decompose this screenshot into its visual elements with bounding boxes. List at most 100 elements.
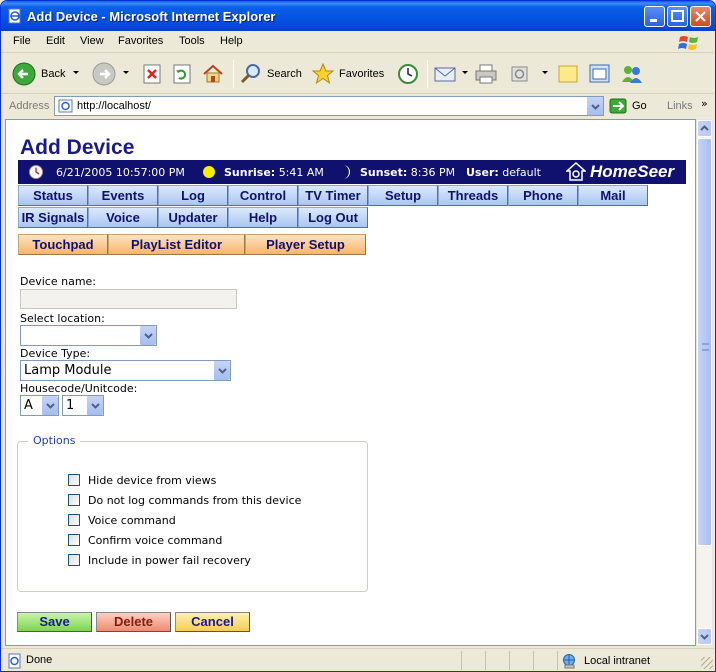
search-button[interactable]: Search: [239, 60, 302, 88]
messenger-button[interactable]: [619, 60, 645, 88]
nav-events[interactable]: Events: [88, 185, 158, 206]
mail-dropdown-icon[interactable]: [462, 71, 468, 74]
sunset-value: 8:36 PM: [410, 166, 456, 179]
unitcode-dropdown-button[interactable]: [86, 396, 103, 415]
nav-help[interactable]: Help: [228, 207, 298, 228]
edit-icon: [511, 66, 528, 82]
menu-tools[interactable]: Tools: [179, 35, 205, 47]
discuss-button[interactable]: [556, 60, 580, 88]
vertical-scrollbar[interactable]: [696, 119, 713, 646]
device-type-select[interactable]: Lamp Module: [20, 360, 231, 381]
edit-button[interactable]: [509, 60, 531, 88]
nav-mail[interactable]: Mail: [578, 185, 648, 206]
nav-voice[interactable]: Voice: [88, 207, 158, 228]
power-fail-checkbox[interactable]: [68, 554, 80, 566]
unitcode-value: 1: [66, 398, 75, 413]
homeseer-house-icon: [566, 162, 586, 181]
option-voice-command[interactable]: Voice command: [68, 513, 176, 527]
confirm-voice-checkbox[interactable]: [68, 534, 80, 546]
menu-view[interactable]: View: [80, 35, 104, 47]
voice-command-checkbox[interactable]: [68, 514, 80, 526]
do-not-log-checkbox[interactable]: [68, 494, 80, 506]
homeseer-logo: HomeSeer: [566, 162, 674, 182]
menu-favorites[interactable]: Favorites: [118, 35, 163, 47]
research-button[interactable]: [587, 60, 613, 88]
nav-ir-signals[interactable]: IR Signals: [18, 207, 88, 228]
stop-button[interactable]: [141, 60, 163, 88]
scroll-up-button[interactable]: [697, 120, 712, 137]
nav-threads[interactable]: Threads: [438, 185, 508, 206]
housecode-select[interactable]: A: [20, 395, 59, 416]
links-toolbar[interactable]: Links: [667, 100, 693, 112]
back-dropdown-icon[interactable]: [73, 71, 79, 74]
housecode-dropdown-button[interactable]: [41, 396, 58, 415]
nav-touchpad[interactable]: Touchpad: [18, 234, 108, 255]
device-type-label: Device Type:: [20, 347, 91, 360]
option-hide-device[interactable]: Hide device from views: [68, 473, 216, 487]
refresh-icon: [173, 64, 191, 84]
search-label: Search: [267, 68, 302, 80]
moon-icon: [343, 165, 350, 179]
sunset-label: Sunset:: [360, 166, 408, 179]
forward-dropdown-icon[interactable]: [123, 71, 129, 74]
menu-edit[interactable]: Edit: [46, 35, 65, 47]
resize-grip[interactable]: [701, 657, 713, 669]
address-input[interactable]: http://localhost/: [54, 96, 604, 116]
menu-file[interactable]: File: [13, 35, 31, 47]
location-dropdown-button[interactable]: [139, 326, 156, 345]
mail-button[interactable]: [433, 60, 459, 88]
print-button[interactable]: [473, 60, 499, 88]
nav-phone[interactable]: Phone: [508, 185, 578, 206]
address-dropdown-button[interactable]: [586, 97, 603, 115]
maximize-icon: [671, 10, 684, 22]
cancel-button[interactable]: Cancel: [175, 612, 250, 632]
option-confirm-voice[interactable]: Confirm voice command: [68, 533, 222, 547]
nav-log[interactable]: Log: [158, 185, 228, 206]
minimize-button[interactable]: [644, 6, 665, 27]
go-button[interactable]: Go: [609, 97, 647, 115]
option-power-fail[interactable]: Include in power fail recovery: [68, 553, 251, 567]
device-name-input[interactable]: [20, 289, 237, 309]
nav-player-setup[interactable]: Player Setup: [245, 234, 366, 255]
device-type-value: Lamp Module: [24, 363, 112, 378]
save-button[interactable]: Save: [17, 612, 92, 632]
chevron-right-icon[interactable]: »: [701, 97, 708, 110]
nav-log-out[interactable]: Log Out: [298, 207, 368, 228]
title-bar[interactable]: Add Device - Microsoft Internet Explorer: [1, 1, 715, 31]
info-bar: 6/21/2005 10:57:00 PM Sunrise: 5:41 AM S…: [18, 160, 686, 184]
history-icon: [398, 64, 418, 84]
forward-button[interactable]: [91, 60, 117, 88]
chevron-down-icon: [91, 403, 100, 409]
nav-playlist-editor[interactable]: PlayList Editor: [108, 234, 245, 255]
user-value: default: [502, 166, 541, 179]
back-button[interactable]: Back: [11, 60, 65, 88]
unitcode-select[interactable]: 1: [62, 395, 104, 416]
scroll-thumb[interactable]: [697, 138, 712, 546]
option-label: Voice command: [88, 513, 176, 527]
refresh-button[interactable]: [171, 60, 193, 88]
scroll-down-button[interactable]: [697, 628, 712, 645]
nav-updater[interactable]: Updater: [158, 207, 228, 228]
option-do-not-log[interactable]: Do not log commands from this device: [68, 493, 301, 507]
delete-button[interactable]: Delete: [96, 612, 171, 632]
maximize-button[interactable]: [667, 6, 688, 27]
datetime-text: 6/21/2005 10:57:00 PM: [56, 166, 185, 179]
clock-icon: [29, 165, 43, 179]
home-button[interactable]: [201, 60, 225, 88]
go-arrow-icon: [609, 98, 627, 114]
close-button[interactable]: [690, 6, 711, 27]
nav-setup[interactable]: Setup: [368, 185, 438, 206]
minimize-icon: [650, 19, 657, 22]
nav-control[interactable]: Control: [228, 185, 298, 206]
menu-help[interactable]: Help: [220, 35, 243, 47]
device-type-dropdown-button[interactable]: [213, 361, 230, 380]
hide-device-checkbox[interactable]: [68, 474, 80, 486]
history-button[interactable]: [396, 60, 420, 88]
favorites-button[interactable]: Favorites: [311, 60, 384, 88]
status-pane: [485, 651, 509, 670]
edit-dropdown-icon[interactable]: [542, 71, 548, 74]
location-select[interactable]: [20, 325, 157, 346]
note-icon: [558, 65, 578, 83]
nav-status[interactable]: Status: [18, 185, 88, 206]
nav-tv-timer[interactable]: TV Timer: [298, 185, 368, 206]
